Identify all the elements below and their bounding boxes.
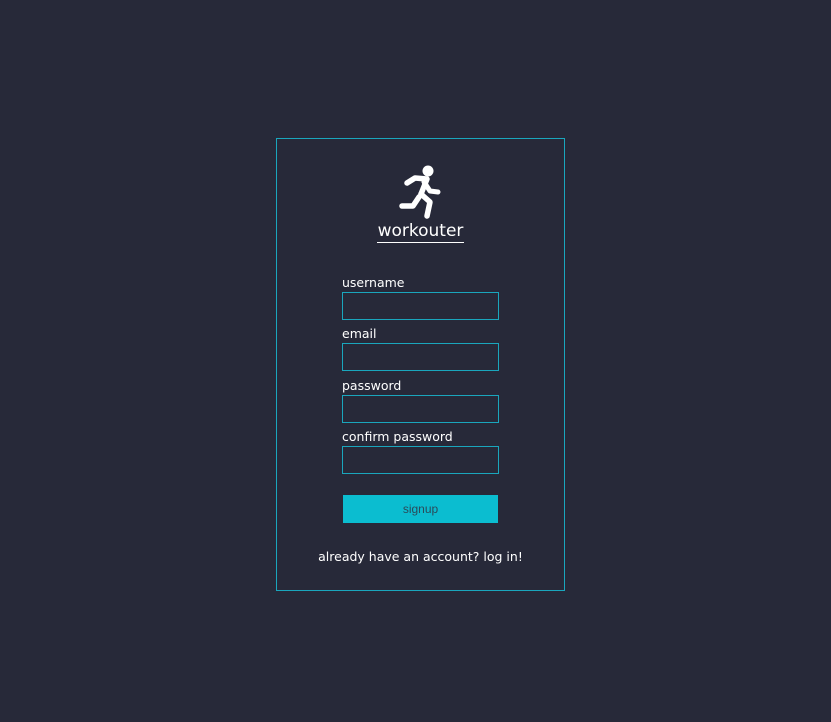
- username-label: username: [342, 275, 405, 290]
- email-input[interactable]: [342, 343, 499, 371]
- app-name: workouter: [376, 221, 465, 243]
- confirm-password-label: confirm password: [342, 429, 453, 444]
- confirm-password-input[interactable]: [342, 446, 499, 474]
- password-label: password: [342, 378, 402, 393]
- username-input[interactable]: [342, 292, 499, 320]
- password-input[interactable]: [342, 395, 499, 423]
- signup-card: workouter username email password confir…: [276, 138, 565, 591]
- running-person-icon: [399, 165, 441, 219]
- login-link[interactable]: already have an account? log in!: [277, 549, 564, 565]
- email-label: email: [342, 326, 377, 341]
- signup-button[interactable]: signup: [343, 495, 498, 523]
- app-logo-text: workouter: [277, 219, 564, 243]
